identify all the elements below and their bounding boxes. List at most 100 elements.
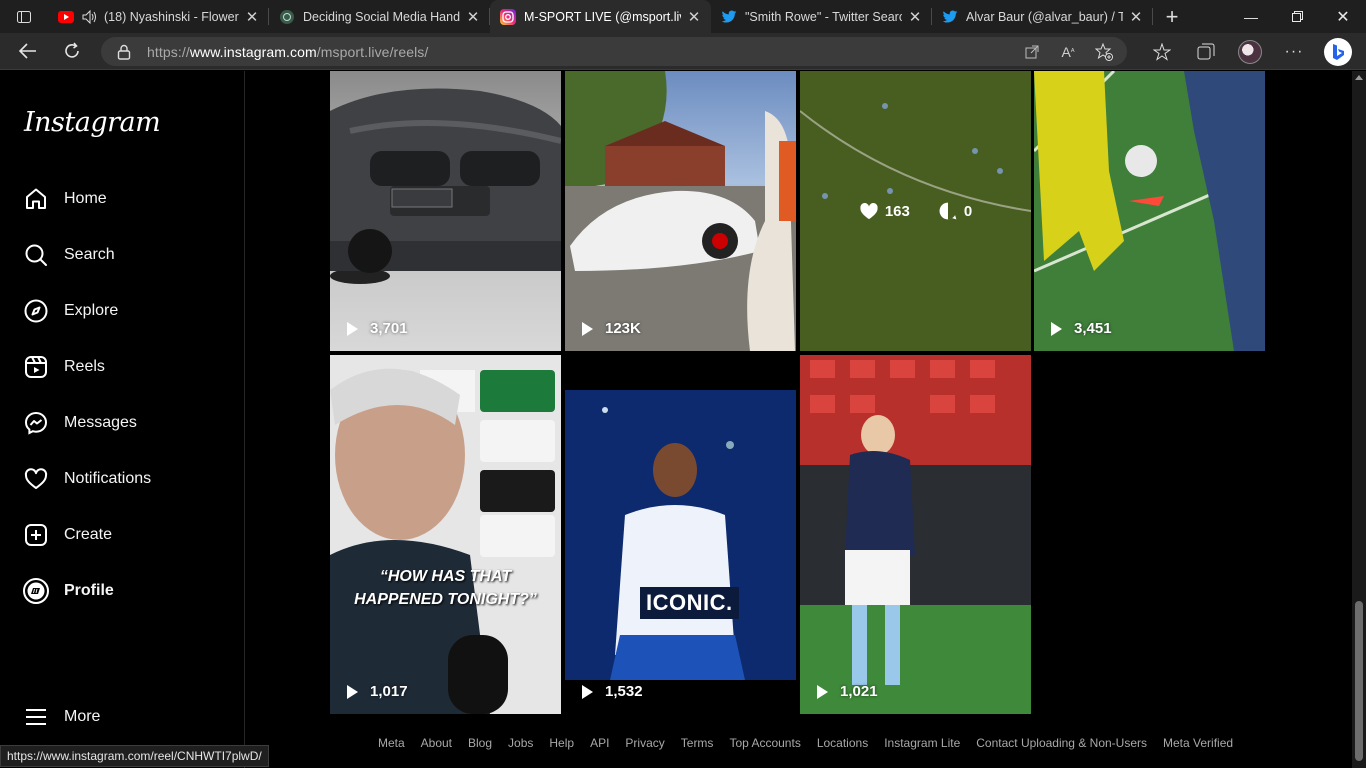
footer-link-help[interactable]: Help <box>549 736 574 750</box>
favorites-button[interactable] <box>1140 33 1184 70</box>
lock-icon[interactable] <box>117 44 133 60</box>
bing-icon <box>1324 37 1352 66</box>
twitter-icon <box>942 9 958 25</box>
footer-link-top-accounts[interactable]: Top Accounts <box>729 736 800 750</box>
reel-tile[interactable]: 123K <box>565 71 796 351</box>
sidebar-item-label: More <box>64 708 101 725</box>
open-in-app-icon[interactable] <box>1021 41 1043 63</box>
reel-hover-stats: 163 0 <box>800 71 1031 351</box>
refresh-icon <box>65 42 79 58</box>
profile-button[interactable] <box>1228 33 1272 70</box>
sidebar-item-home[interactable]: Home <box>12 171 232 227</box>
reel-tile[interactable]: 163 0 <box>800 71 1031 351</box>
sidebar-item-reels[interactable]: Reels <box>12 339 232 395</box>
basketball-thumbnail <box>565 355 796 714</box>
close-tab-icon[interactable]: ✕ <box>685 8 703 26</box>
footer-link-terms[interactable]: Terms <box>681 736 714 750</box>
settings-more-button[interactable]: ··· <box>1272 33 1316 70</box>
play-icon <box>582 321 593 336</box>
view-count: 3,451 <box>1051 320 1112 337</box>
avatar <box>1238 39 1262 64</box>
view-count: 3,701 <box>347 320 408 337</box>
browser-tab-instagram[interactable]: M-SPORT LIVE (@msport.live) ✕ <box>490 0 711 33</box>
heart-filled-icon <box>860 203 878 220</box>
footer-link-contact-uploading[interactable]: Contact Uploading & Non-Users <box>976 736 1147 750</box>
sidebar-item-label: Profile <box>64 582 114 599</box>
status-bar-url: https://www.instagram.com/reel/CNHWTI7pl… <box>0 745 269 767</box>
new-tab-button[interactable]: + <box>1153 0 1191 33</box>
tab-title: Deciding Social Media Handle <box>303 9 460 24</box>
browser-tab-youtube[interactable]: (18) Nyashinski - Flowers ✕ <box>48 0 269 33</box>
view-count-value: 1,021 <box>840 683 878 700</box>
sidebar-item-more[interactable]: More <box>23 704 100 730</box>
youtube-icon <box>58 9 74 25</box>
view-count-value: 123K <box>605 320 641 337</box>
browser-tab-bar: (18) Nyashinski - Flowers ✕ Deciding Soc… <box>0 0 1366 33</box>
tab-title: "Smith Rowe" - Twitter Search <box>745 9 902 24</box>
bing-copilot-button[interactable] <box>1316 33 1360 70</box>
url-path: /msport.live/reels/ <box>316 43 429 60</box>
car-thumbnail <box>565 71 796 351</box>
footer-link-locations[interactable]: Locations <box>817 736 868 750</box>
browser-tab-twitter-profile[interactable]: Alvar Baur (@alvar_baur) / Tw ✕ <box>932 0 1153 33</box>
footer-link-api[interactable]: API <box>590 736 609 750</box>
url-text[interactable]: https://www.instagram.com/msport.live/re… <box>147 44 428 60</box>
play-icon <box>582 684 593 699</box>
sidebar-item-explore[interactable]: Explore <box>12 283 232 339</box>
scroll-up-icon[interactable] <box>1355 75 1363 80</box>
footer-link-meta-verified[interactable]: Meta Verified <box>1163 736 1233 750</box>
twitter-icon <box>721 9 737 25</box>
view-count: 123K <box>582 320 641 337</box>
arrow-left-icon <box>19 43 36 59</box>
car-thumbnail <box>330 88 561 284</box>
view-count-value: 1,017 <box>370 683 408 700</box>
comments: 0 <box>938 201 972 221</box>
tab-actions-button[interactable] <box>0 0 48 33</box>
sidebar-item-profile[interactable]: Profile <box>12 563 232 619</box>
view-count-value: 3,701 <box>370 320 408 337</box>
instagram-footer: Meta About Blog Jobs Help API Privacy Te… <box>245 736 1366 750</box>
address-bar[interactable]: https://www.instagram.com/msport.live/re… <box>101 37 1127 66</box>
sidebar-item-label: Notifications <box>64 470 152 487</box>
scrollbar-thumb[interactable] <box>1355 601 1363 761</box>
footer-link-blog[interactable]: Blog <box>468 736 492 750</box>
chatgpt-icon <box>279 9 295 25</box>
close-tab-icon[interactable]: ✕ <box>1127 8 1145 26</box>
sidebar-item-notifications[interactable]: Notifications <box>12 451 232 507</box>
footer-link-privacy[interactable]: Privacy <box>625 736 664 750</box>
minimize-icon[interactable]: — <box>1228 0 1274 33</box>
tab-title: (18) Nyashinski - Flowers <box>104 9 239 24</box>
sidebar-item-label: Explore <box>64 302 119 319</box>
view-count-value: 3,451 <box>1074 320 1112 337</box>
close-tab-icon[interactable]: ✕ <box>906 8 924 26</box>
close-window-icon[interactable]: ✕ <box>1320 0 1366 33</box>
sidebar-item-search[interactable]: Search <box>12 227 232 283</box>
sidebar-item-messages[interactable]: Messages <box>12 395 232 451</box>
back-button[interactable] <box>6 33 50 70</box>
speaker-icon[interactable] <box>82 9 98 25</box>
page-scrollbar[interactable] <box>1352 71 1366 768</box>
close-tab-icon[interactable]: ✕ <box>464 8 482 26</box>
favorites-icon <box>1153 42 1171 61</box>
instagram-logo[interactable]: Instagram <box>24 107 161 138</box>
reel-tile[interactable]: 1,021 <box>800 355 1031 714</box>
close-tab-icon[interactable]: ✕ <box>243 8 261 26</box>
browser-tab-twitter-search[interactable]: "Smith Rowe" - Twitter Search ✕ <box>711 0 932 33</box>
reel-tile[interactable]: 3,701 <box>330 71 561 351</box>
footer-link-jobs[interactable]: Jobs <box>508 736 533 750</box>
sidebar-item-label: Home <box>64 190 107 207</box>
reel-tile[interactable]: 3,451 <box>1034 71 1265 351</box>
plus-square-icon <box>23 522 49 548</box>
footer-link-instagram-lite[interactable]: Instagram Lite <box>884 736 960 750</box>
reel-tile[interactable]: “HOW HAS THAT HAPPENED TONIGHT?” 1,017 <box>330 355 561 714</box>
browser-tab-chatgpt[interactable]: Deciding Social Media Handle ✕ <box>269 0 490 33</box>
collections-button[interactable] <box>1184 33 1228 70</box>
refresh-button[interactable] <box>50 33 94 70</box>
sidebar-item-create[interactable]: Create <box>12 507 232 563</box>
add-favorite-icon[interactable] <box>1093 41 1115 63</box>
read-aloud-icon[interactable]: Aᴬ <box>1057 41 1079 63</box>
footer-link-meta[interactable]: Meta <box>378 736 405 750</box>
reel-tile[interactable]: ICONIC. 1,532 <box>565 355 796 714</box>
footer-link-about[interactable]: About <box>421 736 452 750</box>
restore-icon[interactable] <box>1274 0 1320 33</box>
